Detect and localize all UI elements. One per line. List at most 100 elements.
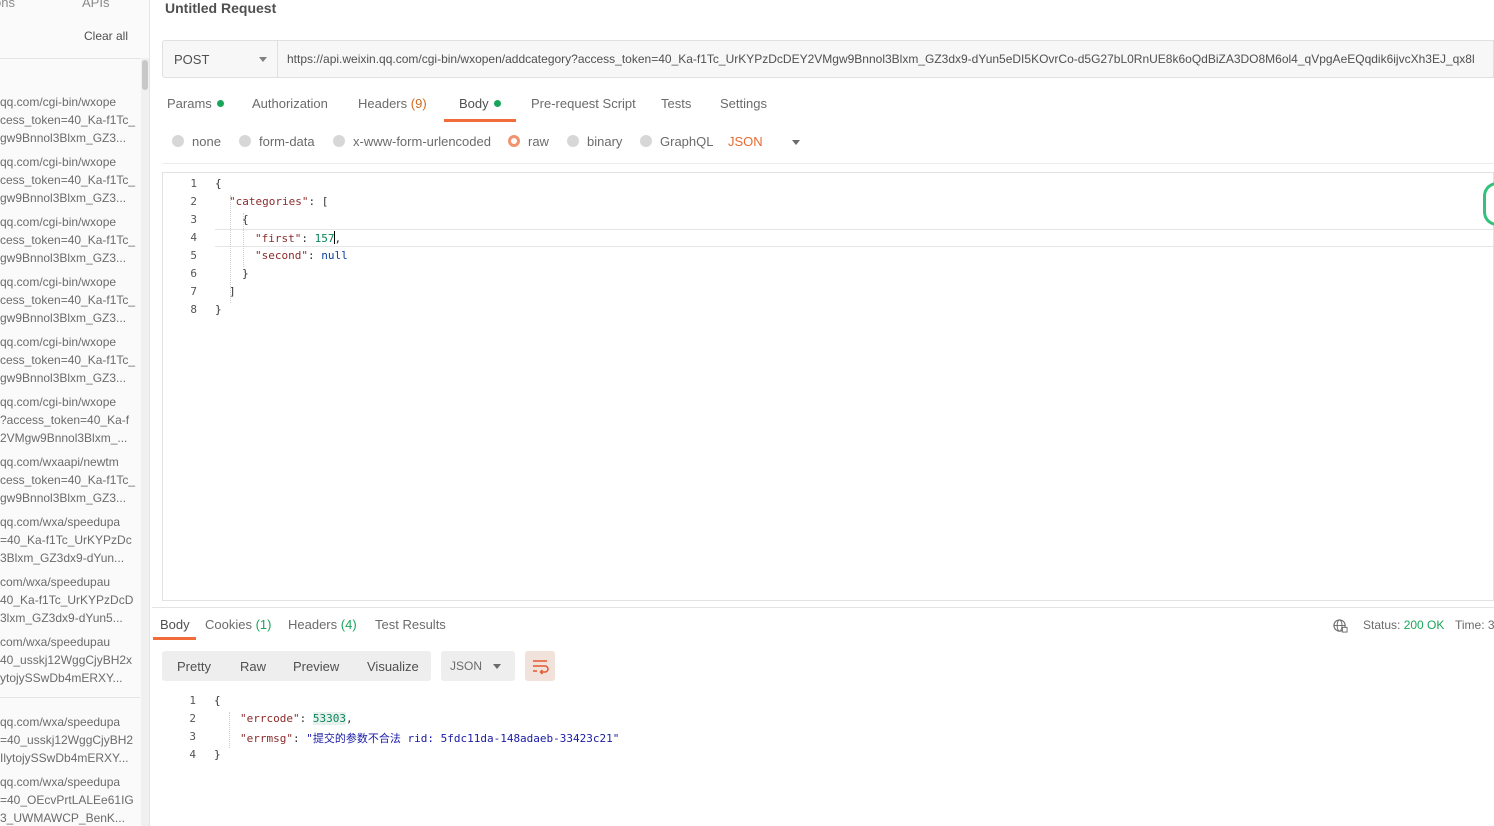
response-divider[interactable]: [152, 607, 1494, 608]
line-number: 6: [190, 267, 197, 280]
history-item-line: gw9Bnnol3Blxm_GZ3...: [0, 191, 127, 205]
history-item-line: com/wxa/speedupau: [0, 635, 111, 649]
history-item-line: qq.com/cgi-bin/wxope: [0, 215, 117, 229]
sidebar-tab-apis[interactable]: APIs: [82, 0, 109, 10]
raw-language-select[interactable]: JSON: [728, 134, 763, 149]
view-preview-button[interactable]: Preview: [293, 659, 339, 674]
tab-params-label: Params: [167, 96, 212, 111]
history-item-line: 2VMgw9Bnnol3Blxm_...: [0, 431, 128, 445]
response-body-tab-underline: [153, 637, 196, 640]
line-number: 1: [190, 177, 197, 190]
response-tab-body[interactable]: Body: [160, 617, 190, 632]
line-number: 3: [190, 213, 197, 226]
radio-graphql[interactable]: GraphQL: [640, 134, 713, 149]
history-item[interactable]: qq.com/wxa/speedupa =40_OEcvPrtLALEe61IG 3…: [0, 773, 140, 826]
response-line-1: {: [214, 694, 221, 707]
json-key: "first": [255, 232, 302, 245]
radio-form-data[interactable]: form-data: [239, 134, 315, 149]
body-active-dot: [493, 100, 501, 107]
wrap-lines-button[interactable]: [525, 651, 555, 681]
line-number: 2: [190, 195, 197, 208]
history-group-divider: [0, 697, 140, 698]
response-tab-headers-count: (4): [340, 617, 357, 632]
view-pretty-button[interactable]: Pretty: [177, 659, 211, 674]
response-format-select[interactable]: JSON: [441, 651, 515, 681]
history-item-line: gw9Bnnol3Blxm_GZ3...: [0, 251, 127, 265]
history-item[interactable]: qq.com/cgi-bin/wxope cess_token=40_Ka-f1T…: [0, 93, 140, 153]
tab-tests[interactable]: Tests: [661, 96, 691, 122]
response-tab-cookies[interactable]: Cookies (1): [205, 617, 271, 632]
line-number: 1: [189, 694, 196, 707]
history-item[interactable]: qq.com/wxa/speedupa =40_usskj12WggCjyBH2 I…: [0, 713, 140, 773]
history-item-line: gw9Bnnol3Blxm_GZ3...: [0, 131, 127, 145]
radio-raw[interactable]: raw: [508, 134, 549, 149]
history-item-line: qq.com/cgi-bin/wxope: [0, 275, 117, 289]
tab-prerequest-script[interactable]: Pre-request Script: [531, 96, 636, 122]
tab-authorization[interactable]: Authorization: [252, 96, 328, 122]
code-line-8: }: [215, 303, 222, 316]
assistant-badge-icon[interactable]: [1483, 182, 1494, 226]
code-line-2: "categories": [: [229, 195, 328, 208]
response-body-viewer[interactable]: 1 2 3 4 { "errcode": 53303, "errmsg": "提…: [162, 691, 1494, 811]
tab-headers-label: Headers: [358, 96, 408, 111]
history-item[interactable]: qq.com/cgi-bin/wxope cess_token=40_Ka-f1T…: [0, 273, 140, 333]
sidebar-scroll-thumb[interactable]: [142, 60, 148, 90]
history-item-line: IlytojySSwDb4mERXY...: [0, 751, 129, 765]
history-item-line: cess_token=40_Ka-f1Tc_: [0, 173, 136, 187]
response-tab-test-results[interactable]: Test Results: [375, 617, 446, 632]
text-cursor: [334, 231, 336, 244]
sidebar-tab-history[interactable]: ons: [0, 0, 15, 10]
history-item-line: cess_token=40_Ka-f1Tc_: [0, 233, 136, 247]
history-item[interactable]: qq.com/cgi-bin/wxope cess_token=40_Ka-f1T…: [0, 153, 140, 213]
history-item-line: qq.com/cgi-bin/wxope: [0, 95, 117, 109]
history-item-line: cess_token=40_Ka-f1Tc_: [0, 113, 136, 127]
response-time[interactable]: Time: 3: [1455, 618, 1494, 632]
response-line-2: "errcode": 53303,: [240, 712, 353, 725]
globe-network-icon[interactable]: [1333, 618, 1348, 633]
response-tab-cookies-count: (1): [255, 617, 272, 632]
history-item-line: qq.com/cgi-bin/wxope: [0, 335, 117, 349]
history-item-line: ?access_token=40_Ka-f: [0, 413, 130, 427]
history-item[interactable]: com/wxa/speedupau 40_Ka-f1Tc_UrKYPzDcD 3lx…: [0, 573, 140, 633]
response-status[interactable]: Status: 200 OK: [1363, 618, 1444, 632]
radio-binary[interactable]: binary: [567, 134, 622, 149]
status-label: Status:: [1363, 618, 1401, 632]
tab-headers[interactable]: Headers (9): [358, 96, 427, 122]
sidebar-scrollbar[interactable]: [141, 58, 149, 826]
response-tab-headers[interactable]: Headers (4): [288, 617, 357, 632]
history-item[interactable]: qq.com/wxa/speedupa =40_Ka-f1Tc_UrKYPzDc 3…: [0, 513, 140, 573]
request-body-editor[interactable]: 1 2 3 4 5 6 7 8 { "categories": [ { "fir…: [162, 172, 1494, 601]
response-tab-headers-label: Headers: [288, 617, 338, 632]
radio-urlencoded[interactable]: x-www-form-urlencoded: [333, 134, 491, 149]
chevron-down-icon: [259, 57, 267, 62]
radio-graphql-label: GraphQL: [660, 134, 714, 149]
view-raw-button[interactable]: Raw: [240, 659, 266, 674]
history-item[interactable]: com/wxa/speedupau 40_usskj12WggCjyBH2x yto…: [0, 633, 140, 693]
history-item-line: gw9Bnnol3Blxm_GZ3...: [0, 371, 127, 385]
history-item-line: qq.com/cgi-bin/wxope: [0, 395, 117, 409]
method-select[interactable]: POST: [163, 41, 278, 77]
history-item-line: qq.com/wxa/speedupa: [0, 515, 121, 529]
url-input[interactable]: https://api.weixin.qq.com/cgi-bin/wxopen…: [287, 52, 1494, 66]
request-title[interactable]: Untitled Request: [165, 0, 276, 16]
tab-settings[interactable]: Settings: [720, 96, 767, 122]
json-key: "second": [255, 249, 308, 262]
tab-params[interactable]: Params: [167, 96, 224, 122]
history-item[interactable]: qq.com/wxaapi/newtm cess_token=40_Ka-f1Tc…: [0, 453, 140, 513]
json-key: "errmsg": [240, 732, 293, 745]
radio-binary-label: binary: [587, 134, 623, 149]
history-item[interactable]: qq.com/cgi-bin/wxope cess_token=40_Ka-f1T…: [0, 213, 140, 273]
url-bar: POST https://api.weixin.qq.com/cgi-bin/w…: [162, 40, 1494, 78]
view-visualize-button[interactable]: Visualize: [367, 659, 419, 674]
json-punct: ,: [345, 712, 353, 725]
line-number: 4: [190, 231, 197, 244]
radio-none[interactable]: none: [172, 134, 221, 149]
clear-all-button[interactable]: Clear all: [84, 29, 128, 43]
main-panel: Untitled Request POST https://api.weixin…: [150, 0, 1494, 826]
code-line-7: ]: [229, 285, 236, 298]
status-value: 200 OK: [1403, 618, 1445, 632]
history-item-line: gw9Bnnol3Blxm_GZ3...: [0, 311, 127, 325]
history-item[interactable]: qq.com/cgi-bin/wxope cess_token=40_Ka-f1T…: [0, 333, 140, 393]
history-item[interactable]: qq.com/cgi-bin/wxope ?access_token=40_Ka-…: [0, 393, 140, 453]
json-number: 157: [314, 232, 335, 245]
